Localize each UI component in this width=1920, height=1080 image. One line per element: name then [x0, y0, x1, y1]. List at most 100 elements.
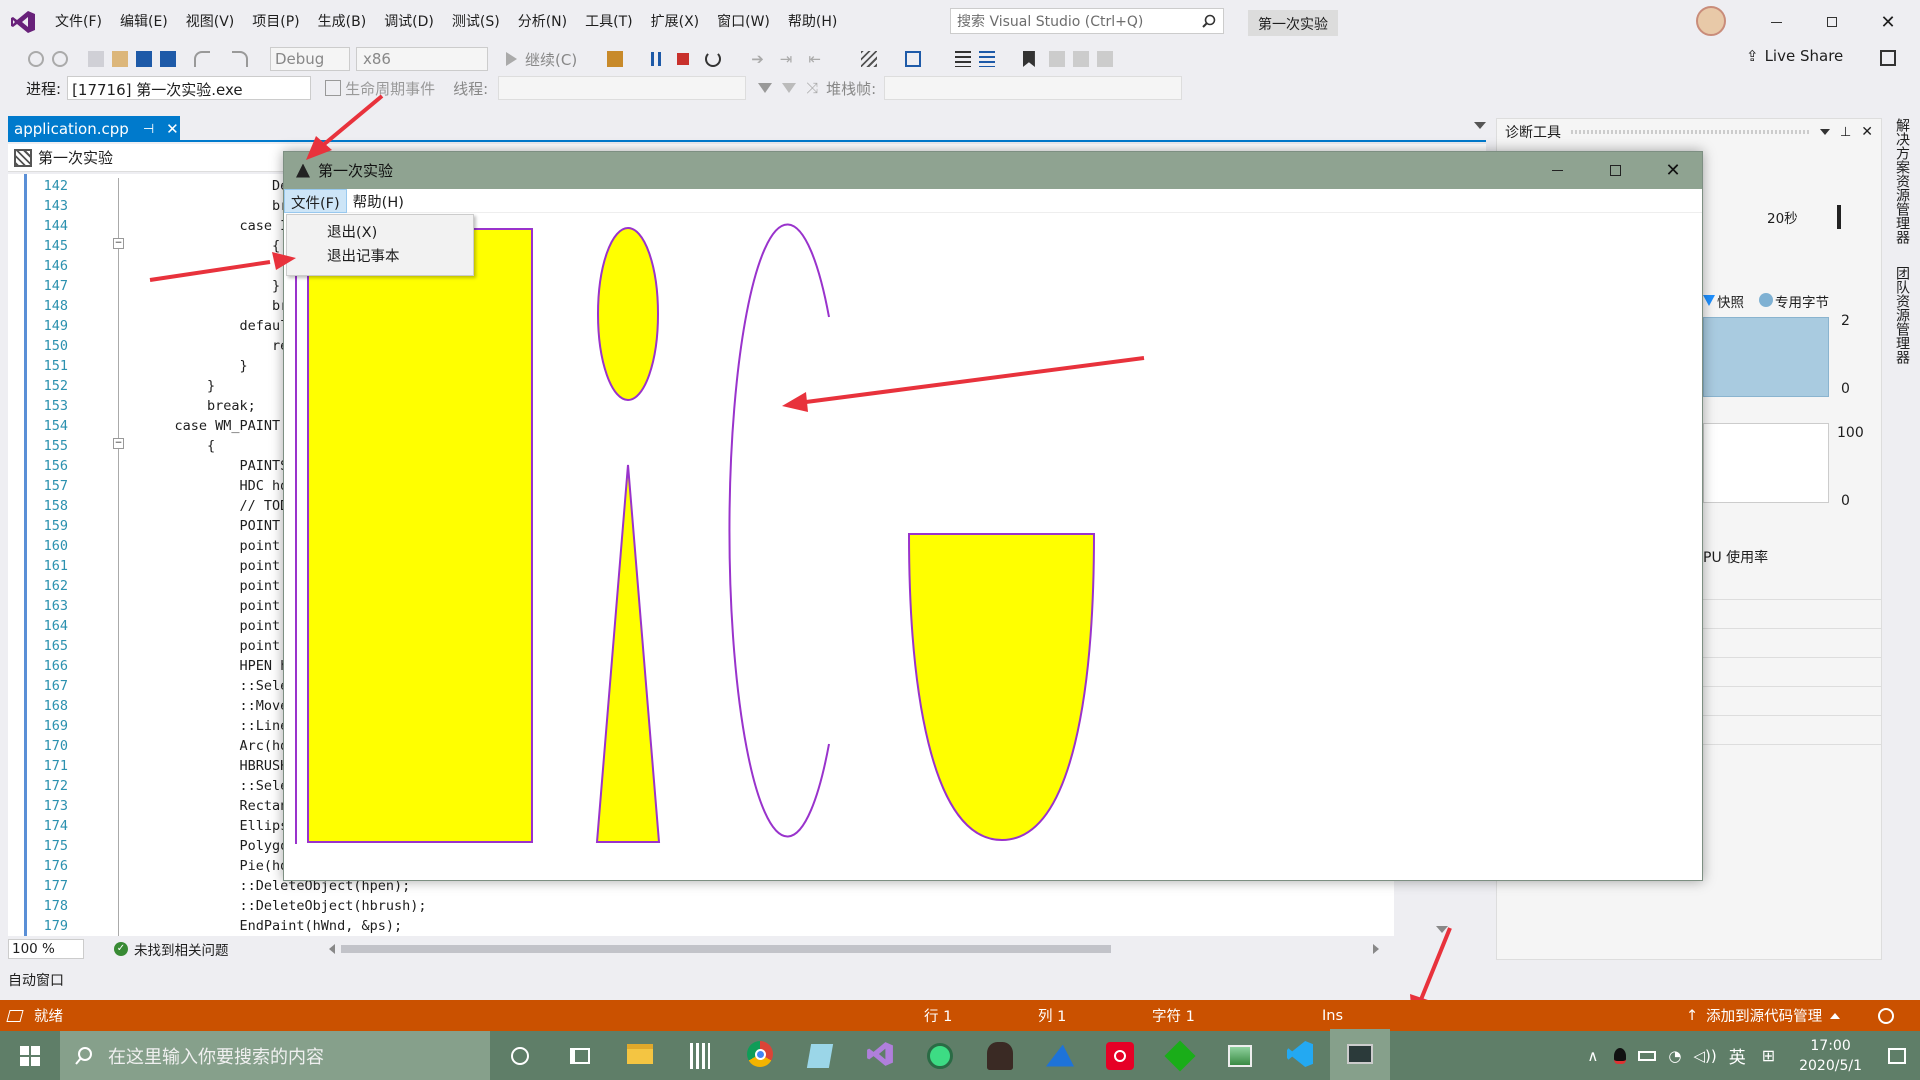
play-icon[interactable]: [506, 52, 517, 66]
task-view-icon[interactable]: [490, 1029, 550, 1080]
clear-bookmarks-icon[interactable]: [1096, 51, 1113, 67]
step-into-icon[interactable]: ⇥: [780, 50, 793, 68]
save-icon[interactable]: [136, 51, 152, 67]
app-minimize-button[interactable]: [1528, 152, 1586, 189]
bookmark-icon[interactable]: [1022, 51, 1035, 67]
new-project-icon[interactable]: [88, 51, 104, 67]
pin-icon[interactable]: ⊣: [143, 122, 154, 137]
notes-app-icon[interactable]: [790, 1029, 850, 1080]
scroll-right-icon[interactable]: [1372, 944, 1379, 954]
menu-item-exit[interactable]: 退出(X): [287, 215, 473, 243]
start-button[interactable]: [0, 1029, 60, 1080]
prev-bookmark-icon[interactable]: [1048, 51, 1065, 67]
app-menu-file[interactable]: 文件(F): [284, 188, 347, 213]
menu-item[interactable]: 测试(S): [443, 0, 509, 44]
timeline-cursor[interactable]: [1837, 205, 1841, 229]
visual-studio-icon[interactable]: [850, 1029, 910, 1080]
code-line[interactable]: 179 EndPaint(hWnd, &ps);: [8, 916, 1394, 936]
hex-icon[interactable]: [860, 51, 877, 67]
zoom-dropdown[interactable]: 100 %: [8, 939, 84, 959]
netease-music-icon[interactable]: [1090, 1029, 1150, 1080]
image-viewer-icon[interactable]: [1210, 1029, 1270, 1080]
menu-item[interactable]: 窗口(W): [708, 0, 779, 44]
clock[interactable]: 17:00 2020/5/1: [1799, 1036, 1862, 1076]
menu-item[interactable]: 扩展(X): [642, 0, 709, 44]
config-dropdown[interactable]: Debug: [270, 47, 350, 71]
tray-qq-icon[interactable]: [1614, 1047, 1627, 1064]
stop-icon[interactable]: [677, 53, 690, 65]
side-tab-team-explorer[interactable]: 团队资源管理器: [1892, 266, 1912, 364]
live-share-button[interactable]: ⇪ Live Share: [1746, 47, 1843, 65]
collapse-toggle-155[interactable]: −: [113, 438, 124, 449]
file-explorer-icon[interactable]: [610, 1029, 670, 1080]
avatar[interactable]: [1696, 6, 1726, 36]
attach-icon[interactable]: [607, 51, 624, 67]
app-menu-help[interactable]: 帮助(H): [347, 189, 410, 213]
menu-item-exit-notepad[interactable]: 退出记事本: [287, 243, 473, 271]
filter-off-icon[interactable]: [782, 83, 797, 93]
flag-icon[interactable]: ⤨: [806, 79, 818, 97]
volume-icon[interactable]: ◁)): [1693, 1047, 1716, 1065]
menu-item[interactable]: 编辑(E): [111, 0, 177, 44]
tab-application-cpp[interactable]: application.cpp ⊣ ✕: [8, 116, 180, 142]
battery-icon[interactable]: [1638, 1050, 1657, 1061]
step-out-icon[interactable]: ⇤: [808, 50, 821, 68]
menu-item[interactable]: 文件(F): [46, 0, 111, 44]
platform-dropdown[interactable]: x86: [356, 47, 488, 71]
save-all-icon[interactable]: [160, 51, 176, 67]
horizontal-scrollbar[interactable]: [340, 945, 1111, 953]
feishu-icon[interactable]: [1030, 1029, 1090, 1080]
forward-icon[interactable]: [52, 51, 68, 67]
android-studio-icon[interactable]: [910, 1029, 970, 1080]
taskbar-search[interactable]: 在这里输入你要搜索的内容: [60, 1031, 490, 1080]
diag-close-icon[interactable]: ✕: [1861, 124, 1873, 140]
diag-dropdown-icon[interactable]: [1819, 129, 1830, 135]
menu-item[interactable]: 项目(P): [243, 0, 308, 44]
scope-dropdown[interactable]: 第一次实验: [38, 147, 113, 168]
close-button[interactable]: ✕: [1860, 0, 1916, 44]
threads-icon[interactable]: [904, 51, 921, 67]
process-dropdown[interactable]: [17716] 第一次实验.exe: [67, 76, 312, 100]
side-tab-solution-explorer[interactable]: 解决方案资源管理器: [1892, 118, 1912, 244]
app-close-button[interactable]: ✕: [1644, 152, 1702, 189]
filter-icon[interactable]: [758, 83, 773, 93]
step-over-icon[interactable]: ➔: [751, 50, 764, 68]
status-insert-mode[interactable]: Ins: [1322, 1008, 1343, 1024]
timeline-icon[interactable]: [550, 1029, 610, 1080]
lifecycle-events-button[interactable]: 生命周期事件: [345, 78, 435, 99]
redo-icon[interactable]: [232, 51, 248, 67]
minimize-button[interactable]: [1748, 0, 1804, 44]
network-icon[interactable]: ◔: [1668, 1047, 1681, 1065]
code-line[interactable]: 178 ::DeleteObject(hbrush);: [8, 896, 1394, 916]
scroll-down-icon[interactable]: [1436, 926, 1448, 933]
action-center-icon[interactable]: [1888, 1047, 1906, 1064]
back-icon[interactable]: [28, 51, 44, 67]
restore-button[interactable]: [1804, 0, 1860, 44]
undo-icon[interactable]: [194, 51, 210, 67]
menu-item[interactable]: 调试(D): [375, 0, 443, 44]
menu-item[interactable]: 帮助(H): [779, 0, 846, 44]
collapse-toggle-145[interactable]: −: [113, 238, 124, 249]
calculator-icon[interactable]: [670, 1029, 730, 1080]
auto-window-label[interactable]: 自动窗口: [8, 970, 64, 990]
stack-frame-dropdown[interactable]: [884, 76, 1183, 100]
menu-item[interactable]: 工具(T): [576, 0, 641, 44]
tab-overflow-icon[interactable]: [1474, 122, 1486, 129]
diag-pin-icon[interactable]: ⊥: [1840, 125, 1851, 140]
green-app-icon[interactable]: [1150, 1029, 1210, 1080]
next-bookmark-icon[interactable]: [1072, 51, 1089, 67]
menu-item[interactable]: 分析(N): [509, 0, 576, 44]
ime-mode-icon[interactable]: ⊞: [1762, 1046, 1775, 1065]
chrome-icon[interactable]: [730, 1029, 790, 1080]
issues-status[interactable]: 未找到相关问题: [134, 939, 229, 959]
notifications-icon[interactable]: [1878, 1007, 1894, 1024]
vs-logo-icon[interactable]: [0, 0, 46, 44]
menu-item[interactable]: 生成(B): [309, 0, 376, 44]
outdent-icon[interactable]: [954, 51, 971, 67]
ime-indicator[interactable]: 英: [1729, 1043, 1746, 1068]
close-tab-icon[interactable]: ✕: [166, 120, 179, 138]
lifecycle-icon[interactable]: [325, 80, 342, 96]
thread-dropdown[interactable]: [498, 76, 747, 100]
feedback-icon[interactable]: [1880, 50, 1896, 66]
open-folder-icon[interactable]: [112, 51, 128, 67]
